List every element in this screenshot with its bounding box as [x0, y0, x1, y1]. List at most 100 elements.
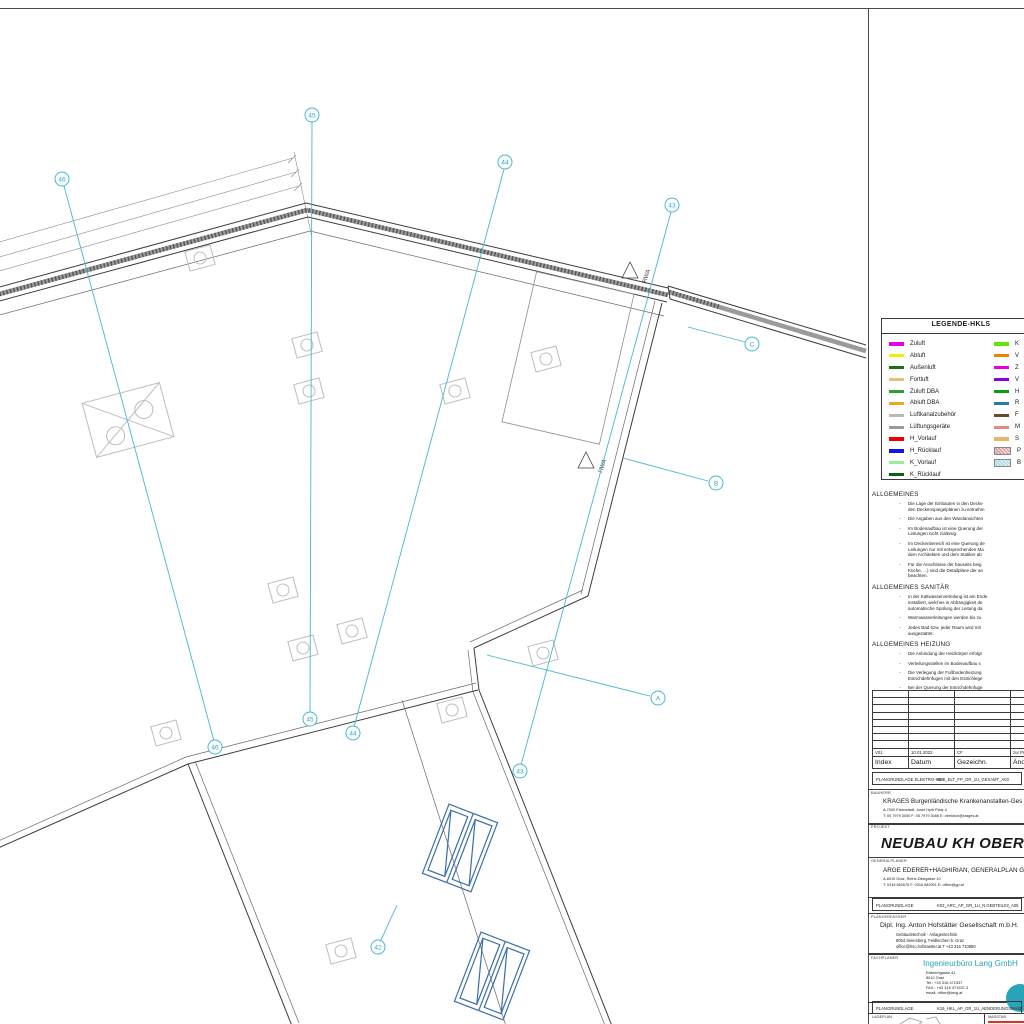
- legend-label: Fortluft: [910, 377, 929, 383]
- grid-bubble: 43: [513, 764, 527, 778]
- fixture-symbol: [531, 346, 561, 372]
- revision-change: zur Prüfung: [1011, 748, 1024, 756]
- planverfasser-label: PLANVERFASSER: [871, 915, 906, 919]
- plan-id-strip-2: PLANGRUNDLAGE K03_ARC_AP_GR_1U_N.GEBTEIL…: [872, 898, 1022, 911]
- wall-line: [188, 764, 292, 1024]
- fixture-symbol: [437, 697, 467, 723]
- note-item: Die Angaben aus den Wandansichten: [908, 516, 1024, 522]
- revision-header-row: Index Datum Gezeichn. Änderung: [873, 756, 1024, 768]
- legend-item: K_Rücklauf: [889, 469, 989, 481]
- grid-line-46: [64, 186, 214, 741]
- revision-drawn-by: CF: [955, 748, 1011, 756]
- lageplan-sketch: [896, 1016, 956, 1024]
- svg-text:B: B: [714, 481, 718, 488]
- grid-bubble: C: [745, 337, 759, 351]
- bauherr-name: KRAGES Burgenländische Krankenanstalten-…: [883, 798, 1022, 805]
- grid-bubble: 45: [303, 712, 317, 726]
- note-item: Im Deckenbereich ist eine Querung de Lei…: [908, 541, 1024, 559]
- fachplaner-label: FACHPLANER: [871, 956, 898, 960]
- grid-bubble: 42: [371, 940, 385, 954]
- legend-swatch: [889, 390, 904, 393]
- legend-swatch: [994, 390, 1009, 393]
- note-item: Jedes Bad bzw. jeder Raum wird mit ausge…: [908, 625, 1024, 637]
- generalplaner-box: GENERALPLANER ARGE EDERER+HAGHIRIAN, GEN…: [868, 857, 1024, 898]
- legend-label: R: [1015, 400, 1019, 406]
- note-item: Die Verlegung der Fußbodenheizung Estric…: [908, 670, 1024, 682]
- plan-id-value: K03_ARC_AP_GR_1U_N.GEBTEIL03_A05: [937, 903, 1018, 908]
- general-notes: ALLGEMEINES Die Lage der Einbauten in de…: [872, 486, 1024, 695]
- grid-leader-a: [487, 655, 650, 696]
- svg-text:43: 43: [668, 203, 676, 210]
- grid-line-44: [354, 169, 504, 727]
- legend-label: Abluft DBA: [910, 400, 939, 406]
- projekt-title: NEUBAU KH OBERW: [881, 835, 1024, 852]
- svg-text:A: A: [656, 696, 661, 703]
- legend-swatch: [994, 426, 1009, 429]
- legend-label: H_Rücklauf: [910, 448, 941, 454]
- plan-id-label: PLANGRUNDLAGE: [876, 1006, 913, 1011]
- fixture-symbol: [292, 332, 322, 358]
- grid-leader-b: [623, 458, 708, 481]
- revision-date: 10.01.2022: [909, 748, 955, 756]
- upper-building-walls: [0, 203, 866, 692]
- scale-marker: [988, 1021, 1024, 1023]
- legend-label: M: [1015, 424, 1020, 430]
- legend-label: Luftkanalzubehör: [910, 412, 956, 418]
- revision-empty-row: [873, 726, 1024, 733]
- legend-swatch: [889, 414, 904, 417]
- fachplaner-box: FACHPLANER Ingenieurbüro Lang GmbH Eiste…: [868, 954, 1024, 1003]
- legend-swatch: [994, 342, 1009, 345]
- wall-line: [0, 764, 188, 849]
- grid-leader-42: [381, 905, 397, 940]
- fixture-symbol: [294, 378, 324, 404]
- legend-item: Zuluft: [889, 338, 989, 350]
- legend-swatch: [889, 473, 904, 476]
- revision-empty-row: [873, 691, 1024, 698]
- revision-empty-row: [873, 712, 1024, 719]
- plan-id-value: K19_HKL_AP_GR_1U_AENDERUNGSMASK_A05: [937, 1006, 1022, 1011]
- note-item: Für die Anschlüsse der bauseits beig Küc…: [908, 562, 1024, 580]
- legend-label: V: [1015, 353, 1019, 359]
- note-item: In der Kaltwasserverteilung ist am Ende …: [908, 594, 1024, 612]
- legend-swatch: [889, 378, 904, 381]
- planverfasser-line2: 8054 Seiersberg, Feldkirchen b. Graz: [896, 938, 964, 943]
- legend-item: V: [994, 374, 1024, 386]
- projekt-box: PROJEKT NEUBAU KH OBERW: [868, 823, 1024, 858]
- legend-label: H_Vorlauf: [910, 436, 936, 442]
- legend-swatch: [994, 414, 1009, 417]
- right-wall: [474, 648, 479, 690]
- wall-line: [195, 761, 299, 1023]
- legend-swatch: [994, 366, 1009, 369]
- legend-item: Abluft: [889, 350, 989, 362]
- legend-label: K: [1015, 341, 1019, 347]
- legend-label: Lüftungsgeräte: [910, 424, 950, 430]
- window-assemblies: [422, 804, 529, 1020]
- fixture-symbol: [151, 720, 181, 746]
- svg-text:45: 45: [306, 717, 314, 724]
- legend-item: K_Vorlauf: [889, 457, 989, 469]
- dimension-lines: [0, 152, 312, 272]
- plan-id-strip-1: PLANGRUNDLAGE ELEKTRO-HB3 KXX_ELT_FP_GR_…: [872, 772, 1022, 785]
- rwa-triangle: [622, 262, 638, 278]
- note-item: Warmwasserleitungen werden bis zu: [908, 615, 1024, 621]
- legend-swatch: [994, 378, 1009, 381]
- revision-index: V01: [873, 748, 909, 756]
- grid-bubble: B: [709, 476, 723, 490]
- massstab-label: MASSTAB: [988, 1015, 1006, 1019]
- legend-column-right: K V Z V H R F M S P B: [994, 338, 1024, 469]
- legend-item: H_Rücklauf: [889, 445, 989, 457]
- revision-empty-row: [873, 719, 1024, 726]
- generalplaner-address: A-8010 Graz, Reine-Ditzlgasse 10: [883, 877, 941, 881]
- legend-swatch: [889, 426, 904, 429]
- floor-plan-svg: RWA RWA 46 45 44 43 46 45 44 43 42 C: [0, 0, 868, 1024]
- bauherr-contact: T: 05 7979 3050 F: 05 7979 3086 E: direk…: [883, 814, 978, 818]
- legend-swatch: [994, 447, 1011, 455]
- wing-wall: [670, 299, 866, 358]
- legend-label: Z: [1015, 365, 1019, 371]
- legend-item: F: [994, 409, 1024, 421]
- legend-item: P: [994, 445, 1024, 457]
- legend-label: Zuluft: [910, 341, 925, 347]
- legend-label: V: [1015, 377, 1019, 383]
- grid-bubble: 45: [305, 108, 319, 122]
- fixture-symbol: [326, 938, 356, 964]
